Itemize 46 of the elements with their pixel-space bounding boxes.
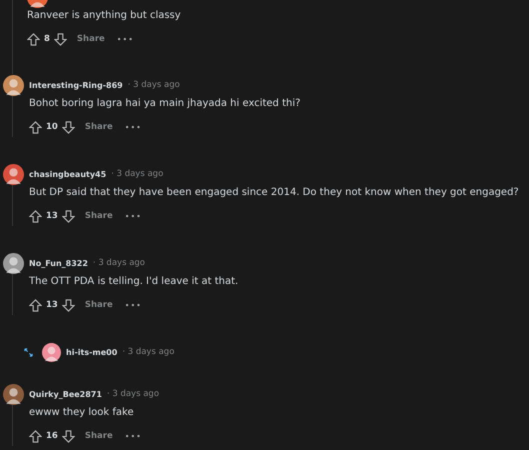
downvote-icon[interactable]: [62, 430, 75, 442]
username[interactable]: Interesting-Ring-869: [29, 80, 123, 90]
avatar-icon[interactable]: [42, 342, 61, 362]
upvote-icon[interactable]: [29, 120, 42, 134]
timestamp: · 3 days ago: [122, 347, 174, 357]
upvote-icon[interactable]: [29, 298, 42, 312]
avatar-icon[interactable]: [3, 164, 24, 184]
comment-text: But DP said that they have been engaged since 2014. Do they not know when they got engaged?: [29, 187, 519, 198]
comment-text: Ranveer is anything but classy: [27, 10, 181, 21]
comment-text: The OTT PDA is telling. I'd leave it at that.: [29, 276, 238, 287]
share-button[interactable]: Share: [80, 429, 117, 443]
downvote-icon[interactable]: [62, 120, 75, 134]
share-button[interactable]: Share: [80, 209, 117, 223]
upvote-icon[interactable]: [27, 32, 40, 46]
expand-icon[interactable]: [24, 348, 33, 356]
username[interactable]: chasingbeauty45: [29, 170, 106, 178]
avatar-icon[interactable]: [3, 74, 24, 96]
username[interactable]: hi-its-me00: [66, 348, 118, 356]
downvote-icon[interactable]: [54, 32, 67, 46]
username[interactable]: Quirky_Bee2871: [29, 390, 102, 398]
vote-count: 16: [46, 431, 58, 441]
avatar-icon[interactable]: [3, 252, 24, 274]
upvote-icon[interactable]: [29, 430, 42, 442]
more-options-button[interactable]: •••: [120, 430, 146, 442]
vote-count: 13: [46, 300, 58, 310]
more-options-button[interactable]: •••: [120, 298, 146, 312]
share-button[interactable]: Share: [80, 298, 117, 312]
share-button[interactable]: Share: [80, 120, 117, 134]
timestamp: · 3 days ago: [128, 80, 180, 90]
downvote-icon[interactable]: [62, 298, 75, 312]
avatar-icon[interactable]: [3, 384, 24, 404]
share-button[interactable]: Share: [72, 32, 109, 46]
vote-count: 13: [46, 211, 58, 221]
username[interactable]: No_Fun_8322: [29, 258, 88, 268]
comment-text: ewww they look fake: [29, 407, 135, 418]
more-options-button[interactable]: •••: [120, 120, 146, 134]
downvote-icon[interactable]: [62, 210, 75, 222]
more-options-button[interactable]: •••: [120, 210, 146, 222]
vote-count: 8: [44, 34, 50, 44]
vote-count: 10: [46, 122, 58, 132]
more-options-button[interactable]: •••: [112, 32, 138, 46]
comment-text: Bohot boring lagra hai ya main jhayada hi excited thi?: [29, 98, 300, 109]
timestamp: · 3 days ago: [92, 258, 146, 268]
timestamp: · 3 days ago: [111, 169, 164, 179]
timestamp: · 3 days ago: [106, 389, 160, 399]
upvote-icon[interactable]: [29, 210, 42, 222]
